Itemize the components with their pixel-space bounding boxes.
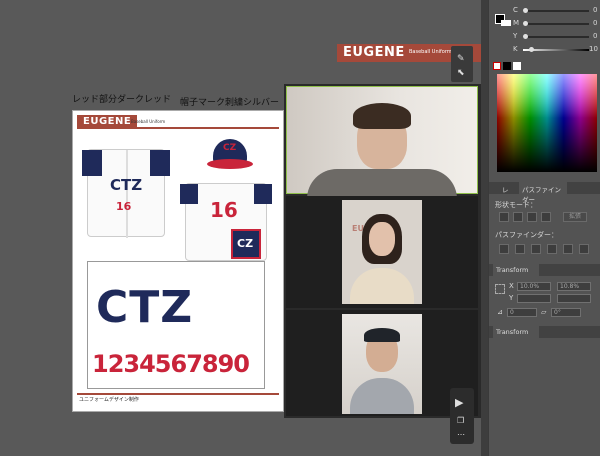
unite-button[interactable] bbox=[499, 212, 509, 222]
jersey-front: CTZ 16 bbox=[82, 149, 170, 238]
more-icon[interactable]: ⋯ bbox=[457, 430, 465, 439]
angle-field[interactable]: 0 bbox=[507, 308, 537, 317]
pathfinder-label: パスファインダー： bbox=[495, 231, 558, 239]
crop-button[interactable] bbox=[547, 244, 557, 254]
number-set: 1234567890 bbox=[92, 350, 250, 378]
video-controls: ▶ ❐ ⋯ bbox=[450, 388, 474, 444]
outline-button[interactable] bbox=[563, 244, 573, 254]
board-brand-sub: Baseball Uniform bbox=[131, 119, 166, 124]
minus-back-button[interactable] bbox=[579, 244, 589, 254]
shape-mode-buttons: 拡張 bbox=[499, 212, 599, 224]
exclude-button[interactable] bbox=[541, 212, 551, 222]
workspace: レッド部分ダークレッド 帽子マーク刺繍シルバー EUGENE Baseball … bbox=[0, 0, 600, 456]
jersey-front-right-sleeve bbox=[150, 150, 170, 176]
jersey-front-number: 16 bbox=[116, 200, 132, 213]
tab-transform-2[interactable]: Transform bbox=[493, 326, 539, 338]
height-field[interactable] bbox=[557, 294, 591, 303]
x-field[interactable]: 10.0% bbox=[517, 282, 551, 291]
selection-toolbar: ✎ ⬉ bbox=[451, 46, 473, 82]
cap: CZ bbox=[205, 137, 257, 173]
jersey-front-left-sleeve bbox=[82, 150, 102, 176]
board-footer: ユニフォームデザイン制作 bbox=[77, 393, 279, 403]
expand-button[interactable]: 拡張 bbox=[563, 212, 587, 222]
trim-button[interactable] bbox=[515, 244, 525, 254]
pen-icon[interactable]: ✎ bbox=[457, 54, 465, 64]
direct-select-icon[interactable]: ⬉ bbox=[457, 68, 465, 78]
angle-icon: ⊿ bbox=[497, 308, 503, 316]
color-spectrum[interactable] bbox=[497, 74, 597, 172]
slider-m[interactable] bbox=[523, 23, 589, 25]
swatch-row[interactable] bbox=[493, 62, 523, 70]
transform-tabbar-2: Transform bbox=[489, 326, 600, 338]
cz-badge: CZ bbox=[231, 229, 261, 259]
annotation-dark-red: レッド部分ダークレッド bbox=[72, 95, 172, 105]
tab-transform[interactable]: Transform bbox=[493, 264, 539, 276]
pathfinder-tabbar: レ パスファインダー bbox=[489, 182, 600, 206]
video-tile-1[interactable] bbox=[286, 86, 478, 199]
annotation-silver-embroidery: 帽子マーク刺繍シルバー bbox=[180, 98, 280, 108]
jersey-back-right-sleeve bbox=[254, 184, 272, 204]
y-field[interactable] bbox=[517, 294, 551, 303]
badge-logo: CZ bbox=[237, 237, 254, 250]
banner-sub: Baseball Uniform bbox=[409, 49, 452, 55]
properties-panel: C 0 M 0 Y 0 K 10 レ パスファインダー 形状モード： 拡張 パス… bbox=[488, 0, 600, 456]
uniform-artboard[interactable]: EUGENE Baseball Uniform CTZ 16 CZ 16 CZ bbox=[72, 110, 284, 412]
minus-front-button[interactable] bbox=[513, 212, 523, 222]
transform-fields: X 10.0% 10.8% Y ⊿ 0 ▱ 0° bbox=[495, 282, 599, 322]
merge-button[interactable] bbox=[531, 244, 541, 254]
shape-mode-label: 形状モード： bbox=[495, 201, 537, 209]
large-logo: CTZ bbox=[96, 282, 194, 333]
intersect-button[interactable] bbox=[527, 212, 537, 222]
pathfinder-buttons bbox=[499, 244, 599, 256]
reference-point-icon[interactable] bbox=[495, 284, 505, 294]
camera-icon[interactable]: ▶ bbox=[455, 396, 463, 409]
transform-tabbar: Transform bbox=[489, 264, 600, 276]
board-brand: EUGENE bbox=[77, 115, 138, 128]
footer-text: ユニフォームデザイン制作 bbox=[79, 397, 139, 403]
jersey-placket bbox=[126, 150, 128, 238]
width-field[interactable]: 10.8% bbox=[557, 282, 591, 291]
shear-field[interactable]: 0° bbox=[551, 308, 581, 317]
cap-logo: CZ bbox=[223, 143, 237, 153]
share-icon[interactable]: ❐ bbox=[457, 416, 464, 425]
jersey-chest-logo: CTZ bbox=[110, 176, 143, 194]
jersey-back-left-sleeve bbox=[180, 184, 198, 204]
slider-c[interactable] bbox=[523, 10, 589, 12]
board-header: EUGENE Baseball Uniform bbox=[77, 115, 279, 129]
jersey-back-number: 16 bbox=[210, 198, 238, 222]
video-call-window[interactable]: EUGENE bbox=[284, 84, 482, 418]
banner-brand: EUGENE bbox=[343, 45, 405, 60]
slider-y[interactable] bbox=[523, 36, 589, 38]
tab-prefix[interactable]: レ bbox=[499, 182, 512, 196]
video-tile-2[interactable]: EUGENE bbox=[286, 196, 478, 308]
divide-button[interactable] bbox=[499, 244, 509, 254]
shear-icon: ▱ bbox=[541, 308, 547, 316]
cmyk-sliders: C 0 M 0 Y 0 K 10 bbox=[513, 6, 598, 53]
logo-panel: CTZ 1234567890 bbox=[87, 261, 265, 389]
